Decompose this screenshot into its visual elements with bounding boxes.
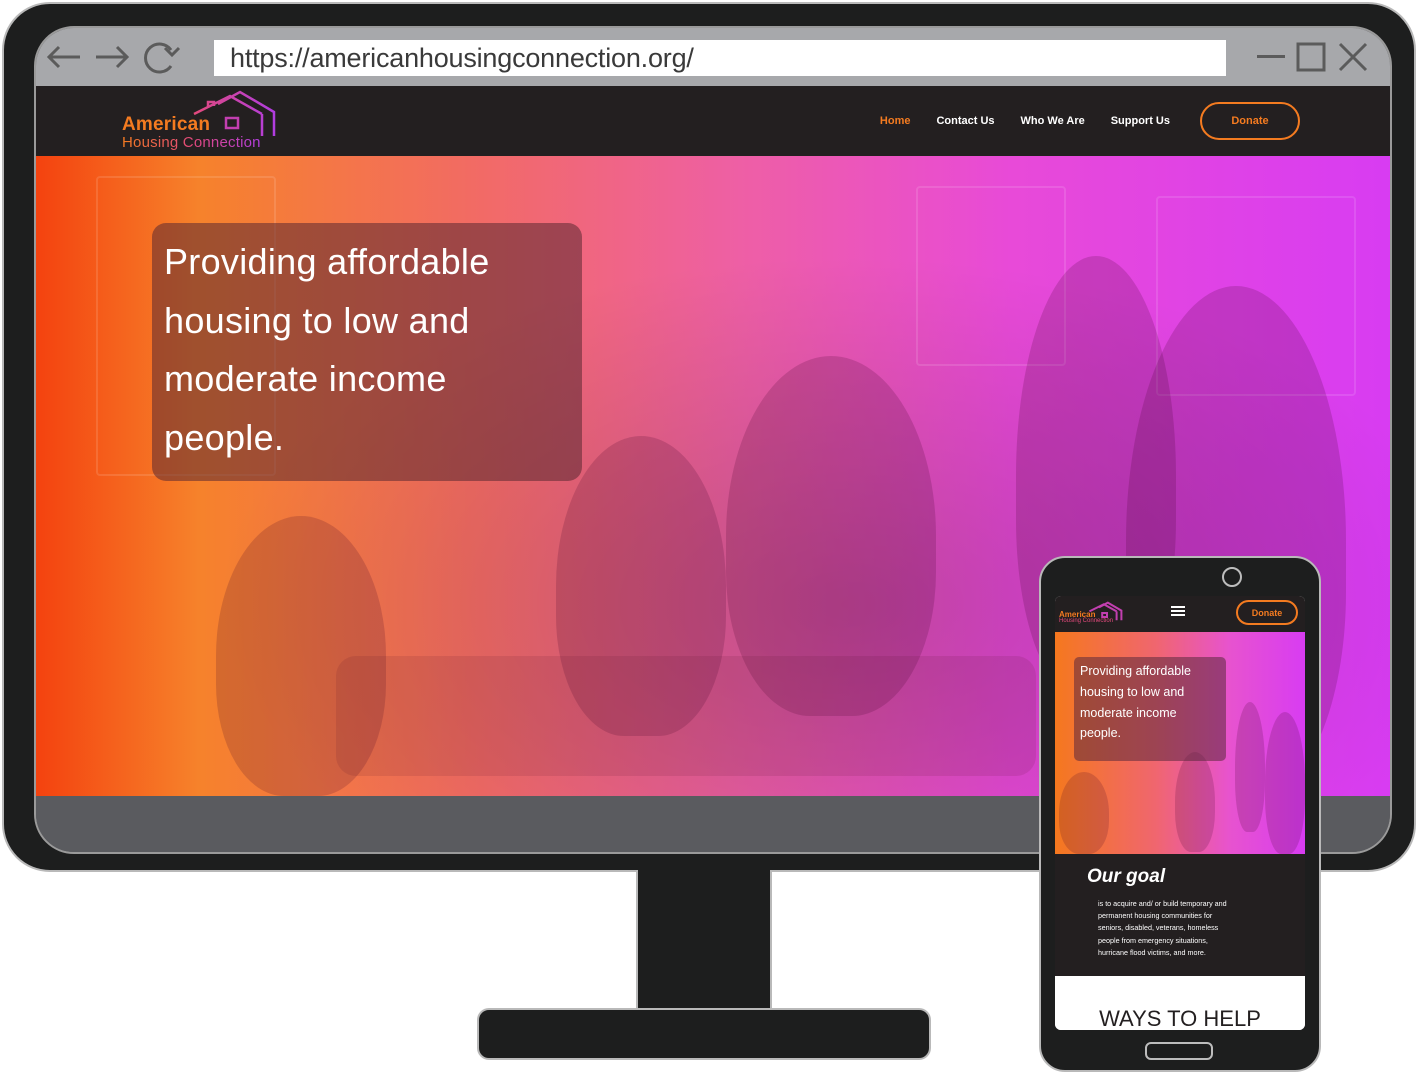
goal-text-line: seniors, disabled, veterans, homeless (1098, 923, 1219, 933)
browser-toolbar: https://americanhousingconnection.org/ (36, 28, 1390, 86)
logo-line1: American (122, 114, 211, 135)
nav-contact-us[interactable]: Contact Us (936, 115, 994, 127)
nav-who-we-are[interactable]: Who We Are (1021, 115, 1085, 127)
minimize-icon (1257, 55, 1285, 58)
hero-headline-card: Providing affordable housing to low and … (152, 223, 582, 481)
goal-text-line: hurricane flood victims, and more. (1098, 947, 1206, 957)
hero-photo-person (1235, 702, 1265, 832)
hero-photo-person (1265, 712, 1305, 854)
monitor-stand-neck (636, 870, 772, 1012)
phone-home-button[interactable] (1145, 1042, 1213, 1060)
goal-text-line: permanent housing communities for (1098, 911, 1213, 921)
mobile-hero-line: housing to low and (1080, 684, 1185, 699)
site-logo[interactable]: American Housing Connection (120, 90, 282, 152)
mobile-hero-line: people. (1080, 726, 1122, 741)
phone-screen: American Housing Connection Donate Provi… (1055, 596, 1305, 1030)
mobile-header: American Housing Connection Donate (1055, 596, 1305, 632)
mobile-donate-button[interactable]: Donate (1236, 600, 1298, 625)
device-mockup: https://americanhousingconnection.org/ A… (0, 0, 1418, 1074)
goal-section: Our goal is to acquire and/ or build tem… (1055, 854, 1305, 976)
minimize-button[interactable] (1256, 40, 1286, 74)
hero-headline-line: people. (164, 416, 285, 458)
arrow-right-icon (96, 45, 130, 69)
goal-text: is to acquire and/ or build temporary an… (1098, 898, 1258, 959)
mobile-logo-line2: Housing Connection (1059, 618, 1114, 624)
goal-text-line: people from emergency situations, (1098, 935, 1208, 945)
hero-photo-person (1059, 772, 1109, 854)
reload-button[interactable] (140, 40, 184, 74)
goal-text-line: is to acquire and/ or build temporary an… (1098, 899, 1227, 908)
back-button[interactable] (44, 40, 84, 74)
close-button[interactable] (1336, 40, 1370, 74)
mobile-hero-card: Providing affordable housing to low and … (1074, 657, 1226, 761)
address-bar[interactable]: https://americanhousingconnection.org/ (214, 40, 1226, 76)
hero-headline-line: moderate income (164, 358, 447, 399)
goal-title: Our goal (1087, 866, 1166, 887)
hamburger-menu-icon[interactable] (1171, 606, 1185, 618)
url-text: https://americanhousingconnection.org/ (230, 42, 694, 73)
close-icon (1338, 42, 1368, 72)
hero-headline-line: Providing affordable (164, 241, 490, 282)
ways-to-help-section: WAYS TO HELP (1055, 976, 1305, 1030)
logo-line2: Housing Connection (122, 134, 261, 151)
maximize-icon (1296, 42, 1326, 72)
ways-to-help-title: WAYS TO HELP (1099, 1006, 1261, 1030)
mobile-hero-line: moderate income (1080, 705, 1177, 720)
donate-button[interactable]: Donate (1200, 102, 1300, 140)
main-nav: Home Contact Us Who We Are Support Us Do… (880, 86, 1300, 156)
hero-photo-person (1175, 752, 1215, 852)
phone-camera (1222, 567, 1242, 587)
site-header: American Housing Connection Home Contact… (36, 86, 1390, 156)
forward-button[interactable] (92, 40, 132, 74)
monitor-stand-base (477, 1008, 931, 1060)
arrow-left-icon (46, 45, 80, 69)
mobile-hero: Providing affordable housing to low and … (1055, 632, 1305, 854)
mobile-phone: American Housing Connection Donate Provi… (1039, 556, 1321, 1072)
hero-photo-table (336, 656, 1036, 776)
hero-headline-line: housing to low and (164, 299, 470, 341)
mobile-hero-line: Providing affordable (1080, 664, 1191, 678)
nav-home[interactable]: Home (880, 115, 911, 127)
reload-icon (144, 42, 181, 74)
maximize-button[interactable] (1294, 40, 1328, 74)
nav-support-us[interactable]: Support Us (1111, 115, 1170, 127)
